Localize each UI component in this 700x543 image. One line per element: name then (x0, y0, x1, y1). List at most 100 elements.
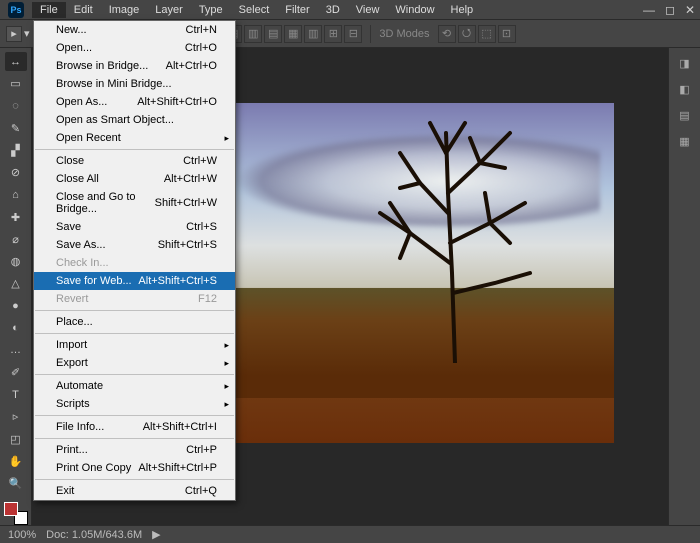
menu-item-browse-in-bridge[interactable]: Browse in Bridge...Alt+Ctrl+O (34, 57, 235, 75)
menu-item-label: Save As... (56, 239, 106, 251)
menu-item-exit[interactable]: Exit Ctrl+Q (34, 482, 235, 500)
tool-19[interactable]: 🔍 (5, 474, 27, 493)
mode-icon-0[interactable]: ⟲ (438, 25, 456, 43)
menu-item-close-and-go-to-bridge[interactable]: Close and Go to Bridge...Shift+Ctrl+W (34, 188, 235, 218)
color-swatches[interactable] (4, 502, 28, 525)
menu-item-print[interactable]: Print...Ctrl+P (34, 441, 235, 459)
menu-item-new[interactable]: New...Ctrl+N (34, 21, 235, 39)
menu-item-shortcut: Alt+Shift+Ctrl+S (138, 275, 217, 287)
align-icon-8[interactable]: ▥ (304, 25, 322, 43)
menu-separator (35, 415, 234, 416)
menu-select[interactable]: Select (231, 2, 278, 18)
tool-5[interactable]: ⊘ (5, 163, 27, 182)
tool-0[interactable]: ↔ (5, 52, 27, 71)
tool-2[interactable]: ◌ (5, 96, 27, 115)
menu-item-scripts[interactable]: Scripts (34, 395, 235, 413)
foreground-swatch[interactable] (4, 502, 18, 516)
align-icon-5[interactable]: ▥ (244, 25, 262, 43)
tool-10[interactable]: △ (5, 274, 27, 293)
tool-13[interactable]: … (5, 341, 27, 360)
align-icon-9[interactable]: ⊞ (324, 25, 342, 43)
menu-filter[interactable]: Filter (277, 2, 317, 18)
menu-item-save[interactable]: SaveCtrl+S (34, 218, 235, 236)
menu-edit[interactable]: Edit (66, 2, 101, 18)
menu-item-file-info[interactable]: File Info... Alt+Shift+Ctrl+I (34, 418, 235, 436)
tool-8[interactable]: ⌀ (5, 230, 27, 249)
menu-item-automate[interactable]: Automate (34, 377, 235, 395)
menu-item-place[interactable]: Place... (34, 313, 235, 331)
dock-icon-0[interactable]: ◨ (676, 54, 694, 72)
toolbox: ↔ ▭ ◌ ✎ ▞ ⊘ ⌂ ✚ ⌀ ◍ △ ● ◐ … ✐ T ▹ ◰ ✋ 🔍 (0, 48, 32, 525)
menu-layer[interactable]: Layer (147, 2, 191, 18)
tool-preset[interactable]: ▸▾ (6, 26, 30, 42)
menu-item-shortcut: Ctrl+Q (185, 485, 217, 497)
menu-item-save-for-web[interactable]: Save for Web... Alt+Shift+Ctrl+S (34, 272, 235, 290)
menu-window[interactable]: Window (387, 2, 442, 18)
doc-size[interactable]: Doc: 1.05M/643.6M (46, 529, 142, 541)
tool-6[interactable]: ⌂ (5, 185, 27, 204)
align-icon-10[interactable]: ⊟ (344, 25, 362, 43)
menu-item-open-as[interactable]: Open As...Alt+Shift+Ctrl+O (34, 93, 235, 111)
menu-item-close[interactable]: CloseCtrl+W (34, 152, 235, 170)
menu-item-shortcut: Alt+Shift+Ctrl+P (138, 462, 217, 474)
menu-file[interactable]: File (32, 2, 66, 18)
tool-17[interactable]: ◰ (5, 429, 27, 448)
panel-dock: ◨ ◧ ▤ ▦ (668, 48, 700, 525)
tool-7[interactable]: ✚ (5, 207, 27, 226)
maximize-icon[interactable]: ◻ (665, 3, 675, 17)
tool-1[interactable]: ▭ (5, 74, 27, 93)
menu-separator (35, 310, 234, 311)
mode-icon-3[interactable]: ⊡ (498, 25, 516, 43)
zoom-level[interactable]: 100% (8, 529, 36, 541)
menu-item-export[interactable]: Export (34, 354, 235, 372)
menu-item-open-recent[interactable]: Open Recent (34, 129, 235, 147)
menu-type[interactable]: Type (191, 2, 231, 18)
menu-item-label: Close (56, 155, 84, 167)
minimize-icon[interactable]: — (643, 3, 655, 17)
menu-item-label: Close All (56, 173, 99, 185)
menu-separator (35, 149, 234, 150)
tool-9[interactable]: ◍ (5, 252, 27, 271)
dock-icon-1[interactable]: ◧ (676, 80, 694, 98)
menu-help[interactable]: Help (443, 2, 482, 18)
mode-icon-1[interactable]: ⭯ (458, 25, 476, 43)
align-icon-6[interactable]: ▤ (264, 25, 282, 43)
menu-item-shortcut: Alt+Shift+Ctrl+I (143, 421, 217, 433)
tool-18[interactable]: ✋ (5, 452, 27, 471)
tool-16[interactable]: ▹ (5, 407, 27, 426)
menu-item-save-as[interactable]: Save As...Shift+Ctrl+S (34, 236, 235, 254)
tool-4[interactable]: ▞ (5, 141, 27, 160)
align-icon-7[interactable]: ▦ (284, 25, 302, 43)
tool-11[interactable]: ● (5, 296, 27, 315)
mode-icon-2[interactable]: ⬚ (478, 25, 496, 43)
menu-item-label: Browse in Mini Bridge... (56, 78, 172, 90)
close-icon[interactable]: ✕ (685, 3, 695, 17)
menu-item-close-all[interactable]: Close All Alt+Ctrl+W (34, 170, 235, 188)
menu-item-shortcut: Alt+Ctrl+W (164, 173, 217, 185)
separator (370, 25, 371, 43)
tool-12[interactable]: ◐ (5, 318, 27, 337)
menu-view[interactable]: View (348, 2, 388, 18)
window-controls: — ◻ ✕ (643, 3, 695, 17)
menu-item-open[interactable]: Open...Ctrl+O (34, 39, 235, 57)
menu-item-browse-in-mini-bridge[interactable]: Browse in Mini Bridge... (34, 75, 235, 93)
menu-item-label: Revert (56, 293, 88, 305)
tool-3[interactable]: ✎ (5, 119, 27, 138)
menu-item-label: Save for Web... (56, 275, 132, 287)
status-bar: 100% Doc: 1.05M/643.6M ▶ (0, 525, 700, 543)
menu-item-label: Exit (56, 485, 74, 497)
menu-image[interactable]: Image (101, 2, 148, 18)
menu-item-label: File Info... (56, 421, 104, 433)
menu-separator (35, 333, 234, 334)
menu-item-print-one-copy[interactable]: Print One CopyAlt+Shift+Ctrl+P (34, 459, 235, 477)
menu-item-import[interactable]: Import (34, 336, 235, 354)
menu-3d[interactable]: 3D (318, 2, 348, 18)
menu-item-shortcut: Ctrl+S (186, 221, 217, 233)
tool-15[interactable]: T (5, 385, 27, 404)
dock-icon-3[interactable]: ▦ (676, 132, 694, 150)
dock-icon-2[interactable]: ▤ (676, 106, 694, 124)
tool-14[interactable]: ✐ (5, 363, 27, 382)
menu-item-open-as-smart-object[interactable]: Open as Smart Object... (34, 111, 235, 129)
status-flyout-icon[interactable]: ▶ (152, 528, 160, 541)
menu-item-shortcut: Ctrl+P (186, 444, 217, 456)
